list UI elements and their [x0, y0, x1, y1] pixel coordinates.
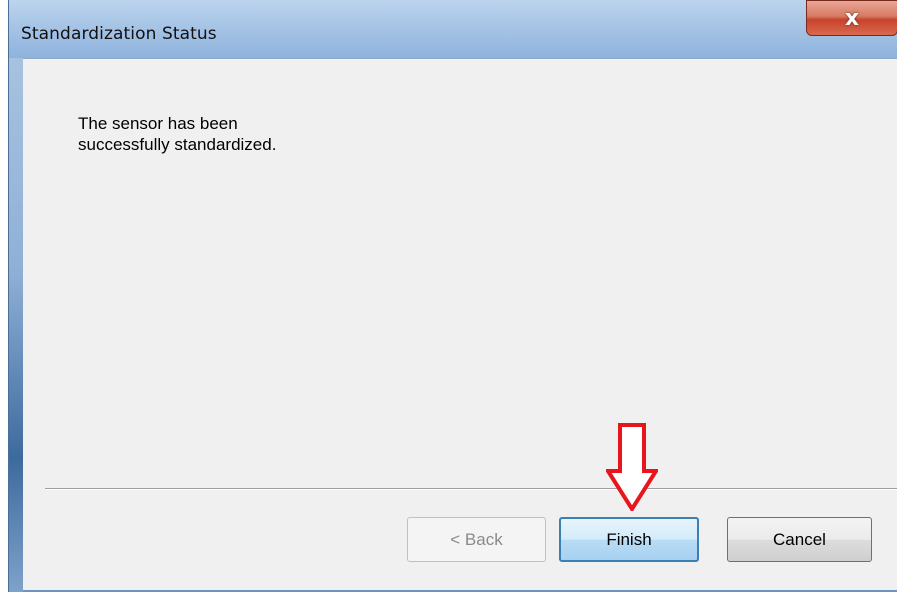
close-icon: x	[844, 5, 860, 31]
close-button[interactable]: x	[806, 0, 897, 36]
button-separator	[45, 488, 897, 490]
down-arrow-icon	[606, 423, 658, 511]
finish-button[interactable]: Finish	[559, 517, 699, 562]
back-button[interactable]: < Back	[407, 517, 546, 562]
title-bar[interactable]: Standardization Status	[9, 0, 897, 58]
cancel-button[interactable]: Cancel	[727, 517, 872, 562]
window-frame-left	[9, 58, 23, 592]
dialog-body: The sensor has been successfully standar…	[23, 58, 897, 590]
status-message-line-2: successfully standardized.	[78, 135, 277, 154]
dialog-window: Standardization Status x The sensor has …	[8, 0, 897, 592]
window-title: Standardization Status	[21, 24, 217, 44]
status-message: The sensor has been successfully standar…	[78, 113, 378, 155]
status-message-line-1: The sensor has been	[78, 114, 238, 133]
